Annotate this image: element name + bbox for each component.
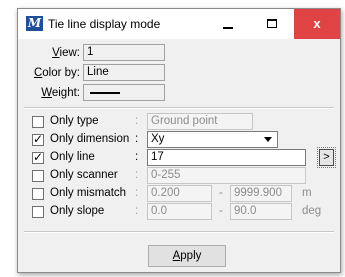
only-dimension-label: Only dimension xyxy=(50,133,130,145)
only-line-checkbox[interactable] xyxy=(32,150,44,164)
view-field[interactable]: 1 xyxy=(83,44,165,61)
only-type-label: Only type xyxy=(50,115,99,127)
line-picker-button[interactable]: > xyxy=(317,147,336,168)
colon: : xyxy=(135,133,139,145)
slope-unit: deg xyxy=(302,205,322,217)
tie-line-display-mode-dialog: M Tie line display mode x View: 1 Color … xyxy=(17,8,341,273)
range-dash: - xyxy=(219,205,223,217)
range-dash: - xyxy=(219,187,223,199)
only-line-label: Only line xyxy=(50,151,95,163)
colon: : xyxy=(135,205,139,217)
only-slope-label: Only slope xyxy=(50,205,105,217)
only-scanner-checkbox[interactable] xyxy=(32,170,44,182)
only-scanner-label: Only scanner xyxy=(50,169,118,181)
colon: : xyxy=(135,187,139,199)
close-icon: x xyxy=(313,16,321,31)
only-mismatch-max-field[interactable]: 9999.900 xyxy=(230,185,292,202)
maximize-icon xyxy=(267,19,277,28)
only-mismatch-checkbox[interactable] xyxy=(32,188,44,200)
minimize-button[interactable] xyxy=(206,9,250,39)
only-mismatch-min-field[interactable]: 0.200 xyxy=(147,185,212,202)
only-slope-checkbox[interactable] xyxy=(32,206,44,218)
only-slope-max-field[interactable]: 90.0 xyxy=(230,203,292,220)
separator xyxy=(24,231,334,233)
only-mismatch-label: Only mismatch xyxy=(50,187,127,199)
weight-label: Weight: xyxy=(41,87,80,99)
only-dimension-value: Xy xyxy=(151,133,165,145)
app-logo-icon: M xyxy=(26,16,43,31)
apply-button[interactable]: Apply xyxy=(148,245,226,267)
line-weight-sample xyxy=(90,92,120,94)
weight-field[interactable] xyxy=(83,84,165,101)
title-bar[interactable]: M Tie line display mode x xyxy=(18,9,340,39)
colon: : xyxy=(135,115,139,127)
only-line-field[interactable]: 17 xyxy=(147,149,306,166)
only-dimension-checkbox[interactable] xyxy=(32,132,44,146)
chevron-down-icon xyxy=(264,137,272,142)
minimize-icon xyxy=(223,27,233,29)
color-by-field[interactable]: Line xyxy=(83,64,165,81)
close-button[interactable]: x xyxy=(294,9,340,39)
mismatch-unit: m xyxy=(302,187,312,199)
only-type-checkbox[interactable] xyxy=(32,116,44,128)
view-label: View: xyxy=(52,47,80,59)
colon: : xyxy=(135,151,139,163)
colon: : xyxy=(135,169,139,181)
only-dimension-dropdown[interactable]: Xy xyxy=(147,131,278,148)
maximize-button[interactable] xyxy=(250,9,294,39)
color-by-label: Color by: xyxy=(33,67,80,79)
only-type-field[interactable]: Ground point xyxy=(147,113,253,130)
window-title: Tie line display mode xyxy=(48,17,161,31)
only-scanner-field[interactable]: 0-255 xyxy=(147,167,306,184)
only-slope-min-field[interactable]: 0.0 xyxy=(147,203,212,220)
separator xyxy=(24,107,334,109)
